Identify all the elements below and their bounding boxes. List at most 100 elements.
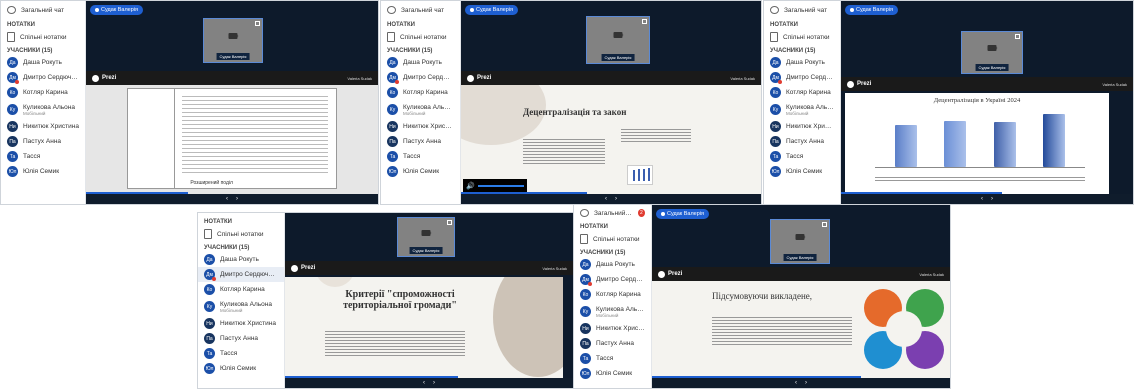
team-circle-graphic xyxy=(864,289,944,369)
presentation-area: Судак Валерія Prezi Valeria Sudak Критер… xyxy=(285,213,573,388)
participant-item[interactable]: НиНикитюк Христина xyxy=(574,321,651,336)
expand-icon[interactable] xyxy=(642,19,647,24)
camera-off-icon xyxy=(421,230,432,237)
notes-icon xyxy=(580,234,588,244)
participant-item[interactable]: Та Тасся xyxy=(381,149,460,164)
next-slide-button[interactable]: › xyxy=(615,196,617,202)
host-badge[interactable]: Судак Валерія xyxy=(656,209,709,219)
expand-icon[interactable] xyxy=(1015,34,1020,39)
host-badge[interactable]: Судак Валерія xyxy=(465,5,518,15)
participant-item[interactable]: Да Даша Рокуть xyxy=(764,55,840,70)
avatar: Ку xyxy=(580,306,591,317)
shared-notes-item[interactable]: Спільні нотатки xyxy=(1,29,85,45)
avatar: Юл xyxy=(7,166,18,177)
avatar: Ку xyxy=(204,301,215,312)
participant-item[interactable]: Па Пастух Анна xyxy=(1,134,85,149)
slide-controls: ‹ › xyxy=(652,378,950,388)
webcam-tile[interactable]: Судак Валерія xyxy=(203,18,263,63)
notes-icon xyxy=(387,32,395,42)
general-chat-item[interactable]: Загальний чат xyxy=(764,1,840,19)
shared-notes-item[interactable]: Спільні нотатки xyxy=(198,226,284,242)
expand-icon[interactable] xyxy=(255,21,260,26)
participants-header: УЧАСНИКИ (15) xyxy=(7,48,53,54)
participant-item[interactable]: ДмДмитро Сердюченко xyxy=(198,267,284,282)
prev-slide-button[interactable]: ‹ xyxy=(981,196,983,202)
user-icon xyxy=(661,212,665,216)
participant-item[interactable]: Ко Котляр Карина xyxy=(198,282,284,297)
host-badge[interactable]: Судак Валерія xyxy=(90,5,143,15)
user-icon xyxy=(850,8,854,12)
participant-item[interactable]: Па Пастух Анна xyxy=(198,331,284,346)
webcam-tile[interactable]: Судак Валерія xyxy=(961,31,1023,74)
camera-off-icon xyxy=(613,32,624,39)
participant-item[interactable]: ДмДмитро Сердюченко xyxy=(381,70,460,85)
next-slide-button[interactable]: › xyxy=(236,196,238,202)
participant-item[interactable]: Ко Котляр Карина xyxy=(1,85,85,100)
next-slide-button[interactable]: › xyxy=(433,380,435,386)
participant-item[interactable]: Да Даша Рокуть xyxy=(1,55,85,70)
prev-slide-button[interactable]: ‹ xyxy=(423,380,425,386)
participant-item[interactable]: НиНикитюк Христина xyxy=(1,119,85,134)
participant-item[interactable]: Да Даша Рокуть xyxy=(574,257,651,272)
participant-item[interactable]: НиНикитюк Христина xyxy=(764,119,840,134)
shared-notes-item[interactable]: Спільні нотатки xyxy=(764,29,840,45)
host-badge[interactable]: Судак Валерія xyxy=(845,5,898,15)
prezi-header: Prezi Valeria Sudak xyxy=(841,77,1133,91)
avatar: Па xyxy=(580,338,591,349)
participant-item[interactable]: ДмДмитро Сердюченко xyxy=(1,70,85,85)
volume-icon[interactable]: 🔊 xyxy=(466,182,475,190)
volume-slider[interactable] xyxy=(477,185,524,187)
webcam-tile[interactable]: Судак Валерія xyxy=(770,219,830,264)
general-chat-item[interactable]: Загальний чат xyxy=(1,1,85,19)
avatar: Дм xyxy=(204,269,216,281)
participant-item[interactable]: Ко Котляр Карина xyxy=(574,287,651,302)
participant-item[interactable]: Па Пастух Анна xyxy=(574,336,651,351)
slide-document: Розширений поділ xyxy=(86,85,378,194)
participant-item[interactable]: Юл Юлія Семик xyxy=(198,361,284,376)
webcam-tile[interactable]: Судак Валерія xyxy=(397,217,455,257)
audio-player[interactable]: 🔊 xyxy=(463,179,527,193)
expand-icon[interactable] xyxy=(822,222,827,227)
participant-item[interactable]: Па Пастух Анна xyxy=(764,134,840,149)
next-slide-button[interactable]: › xyxy=(805,380,807,386)
participant-item[interactable]: НиНикитюк Христина xyxy=(381,119,460,134)
participant-item[interactable]: Юл Юлія Семик xyxy=(764,164,840,179)
screenshot-3: Загальний чат НОТАТКИ Спільні нотатки УЧ… xyxy=(763,0,1134,205)
participant-item[interactable]: Да Даша Рокуть xyxy=(198,252,284,267)
participant-item[interactable]: НиНикитюк Христина xyxy=(198,316,284,331)
participant-item[interactable]: Ку Куликова Альона Мобільний xyxy=(381,100,460,119)
participant-item[interactable]: Та Тасся xyxy=(574,351,651,366)
participant-item[interactable]: Ку Куликова Альона Мобільний xyxy=(1,100,85,119)
participant-item[interactable]: Та Тасся xyxy=(764,149,840,164)
participant-item[interactable]: Да Даша Рокуть xyxy=(381,55,460,70)
shared-notes-item[interactable]: Спільні нотатки xyxy=(574,231,651,247)
participant-item[interactable]: Ку Куликова Альона Мобільний xyxy=(764,100,840,119)
general-chat-item[interactable]: Загальний чат xyxy=(381,1,460,19)
prev-slide-button[interactable]: ‹ xyxy=(226,196,228,202)
next-slide-button[interactable]: › xyxy=(991,196,993,202)
participant-item[interactable]: Юл Юлія Семик xyxy=(1,164,85,179)
participant-item[interactable]: Юл Юлія Семик xyxy=(381,164,460,179)
participant-item[interactable]: Ко Котляр Карина xyxy=(381,85,460,100)
slide-title: Підсумовуючи викладене, xyxy=(712,291,813,301)
avatar: Ко xyxy=(387,87,398,98)
participant-item[interactable]: Па Пастух Анна xyxy=(381,134,460,149)
shared-notes-item[interactable]: Спільні нотатки xyxy=(381,29,460,45)
slide-summary: Підсумовуючи викладене, xyxy=(652,281,950,378)
webcam-tile[interactable]: Судак Валерія xyxy=(586,16,650,64)
general-chat-item[interactable]: Загальний чат 2 xyxy=(574,205,651,221)
avatar: Юл xyxy=(770,166,781,177)
participant-item[interactable]: Юл Юлія Семик xyxy=(574,366,651,381)
participant-item[interactable]: Ку Куликова Альона Мобільний xyxy=(198,297,284,316)
expand-icon[interactable] xyxy=(447,220,452,225)
prev-slide-button[interactable]: ‹ xyxy=(795,380,797,386)
participant-item[interactable]: Та Тасся xyxy=(1,149,85,164)
participant-item[interactable]: Ко Котляр Карина xyxy=(764,85,840,100)
participant-item[interactable]: ДмДмитро Сердюченко xyxy=(574,272,651,287)
participant-item[interactable]: ДмДмитро Сердюченко xyxy=(764,70,840,85)
participant-item[interactable]: Та Тасся xyxy=(198,346,284,361)
avatar: Та xyxy=(580,353,591,364)
prev-slide-button[interactable]: ‹ xyxy=(605,196,607,202)
participant-item[interactable]: Ку Куликова Альона Мобільний xyxy=(574,302,651,321)
user-icon xyxy=(470,8,474,12)
